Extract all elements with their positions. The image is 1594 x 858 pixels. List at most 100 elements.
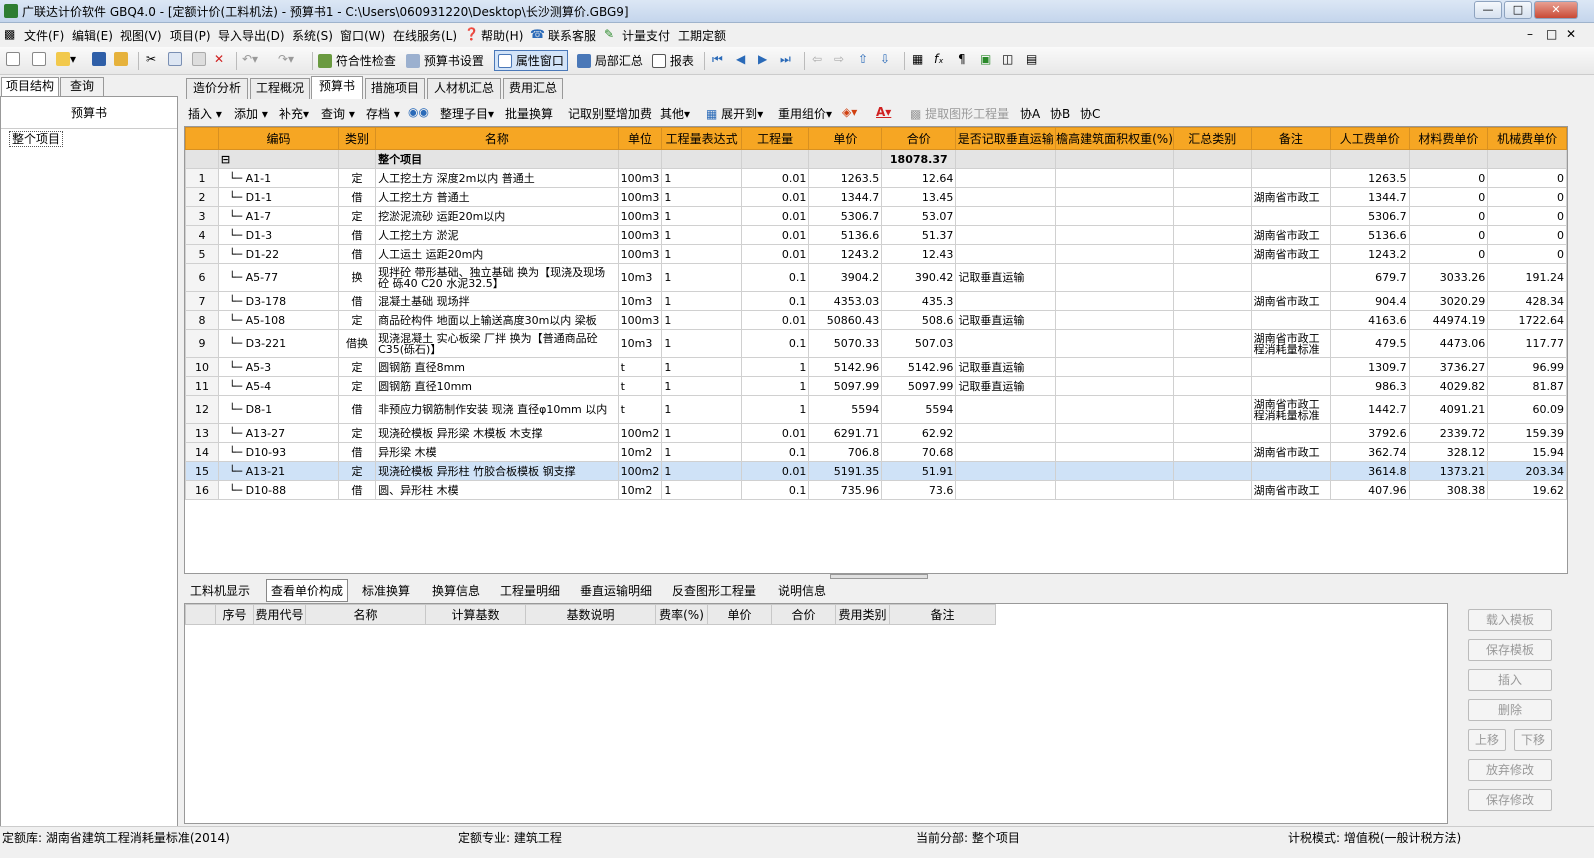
cell-code[interactable]: └─ D1-1 [217, 187, 340, 207]
cell-machine[interactable]: 19.62 [1487, 480, 1567, 500]
cell-qty[interactable]: 0.1 [740, 291, 810, 311]
cell-expr[interactable]: 1 [661, 310, 742, 330]
table-row[interactable]: 8 └─ A5-108 定商品砼构件 地面以上输送高度30m以内 梁板 100m3 1 0… [185, 310, 1567, 330]
tab-query[interactable]: 查询 [60, 77, 104, 96]
cell-expr[interactable]: 1 [661, 480, 742, 500]
cell-expr[interactable]: 1 [661, 357, 742, 377]
cell-vertical[interactable] [955, 442, 1057, 462]
cell-price[interactable]: 1263.5 [808, 168, 883, 188]
cell-expr[interactable]: 1 [661, 291, 742, 311]
cell-type[interactable]: 定 [338, 376, 377, 396]
move-down-button[interactable]: 下移 [1514, 729, 1552, 751]
cell-name[interactable]: 圆钢筋 直径10mm [375, 376, 619, 396]
cell-machine[interactable]: 96.99 [1487, 357, 1567, 377]
cell-rownum[interactable]: 4 [185, 225, 219, 245]
cell-total[interactable]: 5594 [881, 395, 957, 424]
cell-labor[interactable]: 1243.2 [1330, 244, 1410, 264]
cell-vertical[interactable] [955, 395, 1057, 424]
cell-empty[interactable] [1055, 225, 1174, 245]
cell-note[interactable]: 湖南省市政工 [1250, 480, 1332, 500]
cell-total[interactable]: 12.64 [881, 168, 957, 188]
col-machine[interactable]: 机械费单价 [1487, 127, 1567, 150]
prev-icon[interactable]: ◀ [736, 52, 745, 66]
col-labor[interactable]: 人工费单价 [1330, 127, 1410, 150]
cell-code[interactable]: └─ A5-77 [217, 263, 340, 292]
cell-material[interactable]: 3736.27 [1408, 357, 1489, 377]
undo-icon[interactable]: ↶▾ [242, 52, 258, 66]
menu-contact[interactable]: 联系客服 [548, 27, 596, 44]
cell-price[interactable]: 735.96 [808, 480, 883, 500]
cell-labor[interactable]: 5306.7 [1330, 206, 1410, 226]
tab-description[interactable]: 说明信息 [778, 582, 826, 599]
move-up-icon[interactable]: ⇧ [858, 52, 868, 66]
table-row[interactable]: 10 └─ A5-3 定圆钢筋 直径8mm t 1 1 5142.96 5142.96 记取垂直… [185, 357, 1567, 377]
open-folder-icon[interactable]: ▾ [56, 52, 76, 66]
cell-type[interactable]: 定 [338, 168, 377, 188]
cell-unit[interactable]: t [617, 376, 663, 396]
font-color-icon[interactable]: A▾ [876, 105, 891, 119]
cell-total[interactable]: 62.92 [881, 423, 957, 443]
cell-vertical[interactable] [955, 480, 1057, 500]
cell-price[interactable]: 5097.99 [808, 376, 883, 396]
minimize-button[interactable]: — [1474, 1, 1502, 19]
cell-material[interactable]: 3033.26 [1408, 263, 1489, 292]
cell-rownum[interactable]: 16 [185, 480, 219, 500]
cell-code[interactable]: └─ A13-21 [217, 461, 340, 481]
col-vertical[interactable]: 是否记取垂直运输 [955, 127, 1057, 150]
table-row[interactable]: 2 └─ D1-1 借人工挖土方 普通土 100m3 1 0.01 1344.7 13.45 湖… [185, 187, 1567, 207]
cell-material[interactable]: 328.12 [1408, 442, 1489, 462]
assist-c-button[interactable]: 协C [1080, 105, 1100, 122]
cell-empty[interactable] [1172, 310, 1252, 330]
cell-total[interactable]: 5142.96 [881, 357, 957, 377]
cell-qty[interactable]: 0.01 [740, 461, 810, 481]
new-template-icon[interactable] [32, 52, 46, 66]
cell-empty[interactable] [1055, 423, 1174, 443]
cell-vertical[interactable] [955, 206, 1057, 226]
cell-type[interactable]: 定 [338, 423, 377, 443]
cell-code[interactable]: └─ D8-1 [217, 395, 340, 424]
bcol-rate[interactable]: 费率(%) [655, 604, 708, 625]
cell-vertical[interactable] [955, 187, 1057, 207]
cell-labor[interactable]: 4163.6 [1330, 310, 1410, 330]
report-button[interactable]: 报表 [652, 52, 694, 69]
query-dropdown[interactable]: 查询 ▾ [321, 105, 355, 122]
cell-expr[interactable]: 1 [661, 376, 742, 396]
cell-labor[interactable]: 362.74 [1330, 442, 1410, 462]
cell-note[interactable] [1250, 310, 1332, 330]
cell-note[interactable]: 湖南省市政工程消耗量标准 [1250, 395, 1332, 424]
cell-rownum[interactable]: 14 [185, 442, 219, 462]
table-row[interactable]: 13 └─ A13-27 定现浇砼模板 异形梁 木模板 木支撑 100m2 1 0.01 6… [185, 423, 1567, 443]
cell-labor[interactable]: 904.4 [1330, 291, 1410, 311]
fill-color-icon[interactable]: ◈▾ [842, 105, 857, 119]
cell-type[interactable]: 借 [338, 395, 377, 424]
cell-total[interactable]: 53.07 [881, 206, 957, 226]
discard-changes-button[interactable]: 放弃修改 [1468, 759, 1552, 781]
cell-machine[interactable]: 60.09 [1487, 395, 1567, 424]
new-file-icon[interactable] [6, 52, 20, 66]
cut-icon[interactable]: ✂ [146, 52, 156, 66]
move-up-button[interactable]: 上移 [1468, 729, 1506, 751]
cell-material[interactable]: 308.38 [1408, 480, 1489, 500]
table-row[interactable]: 7 └─ D3-178 借混凝土基础 现场拌 10m3 1 0.1 4353.03 435.3… [185, 291, 1567, 311]
tab-vertical-detail[interactable]: 垂直运输明细 [580, 582, 652, 599]
cell-qty[interactable]: 0.01 [740, 225, 810, 245]
cell-unit[interactable]: 100m3 [617, 225, 663, 245]
cell-vertical[interactable]: 记取垂直运输 [955, 357, 1057, 377]
cell-expr[interactable]: 1 [661, 423, 742, 443]
table-row[interactable]: 14 └─ D10-93 借异形梁 木模 10m2 1 0.1 706.8 70.68 湖南省市… [185, 442, 1567, 462]
cell-machine[interactable]: 0 [1487, 244, 1567, 264]
cell-type[interactable]: 借 [338, 225, 377, 245]
cell-material[interactable]: 0 [1408, 168, 1489, 188]
pilcrow-icon[interactable]: ¶ [958, 52, 966, 66]
cell-total[interactable]: 507.03 [881, 329, 957, 358]
organize-items-dropdown[interactable]: 整理子目▾ [440, 105, 494, 122]
delete-icon[interactable]: ✕ [214, 52, 224, 66]
cell-qty[interactable]: 1 [740, 395, 810, 424]
col-type[interactable]: 类别 [338, 127, 377, 150]
cell-type[interactable]: 定 [338, 206, 377, 226]
table-row-root[interactable]: ⊟ 整个项目 18078.37 [185, 149, 1567, 169]
budget-settings-button[interactable]: 预算书设置 [406, 52, 484, 69]
tab-cost-analysis[interactable]: 造价分析 [186, 78, 248, 99]
cell-rownum[interactable]: 15 [185, 461, 219, 481]
cell-note[interactable] [1250, 168, 1332, 188]
